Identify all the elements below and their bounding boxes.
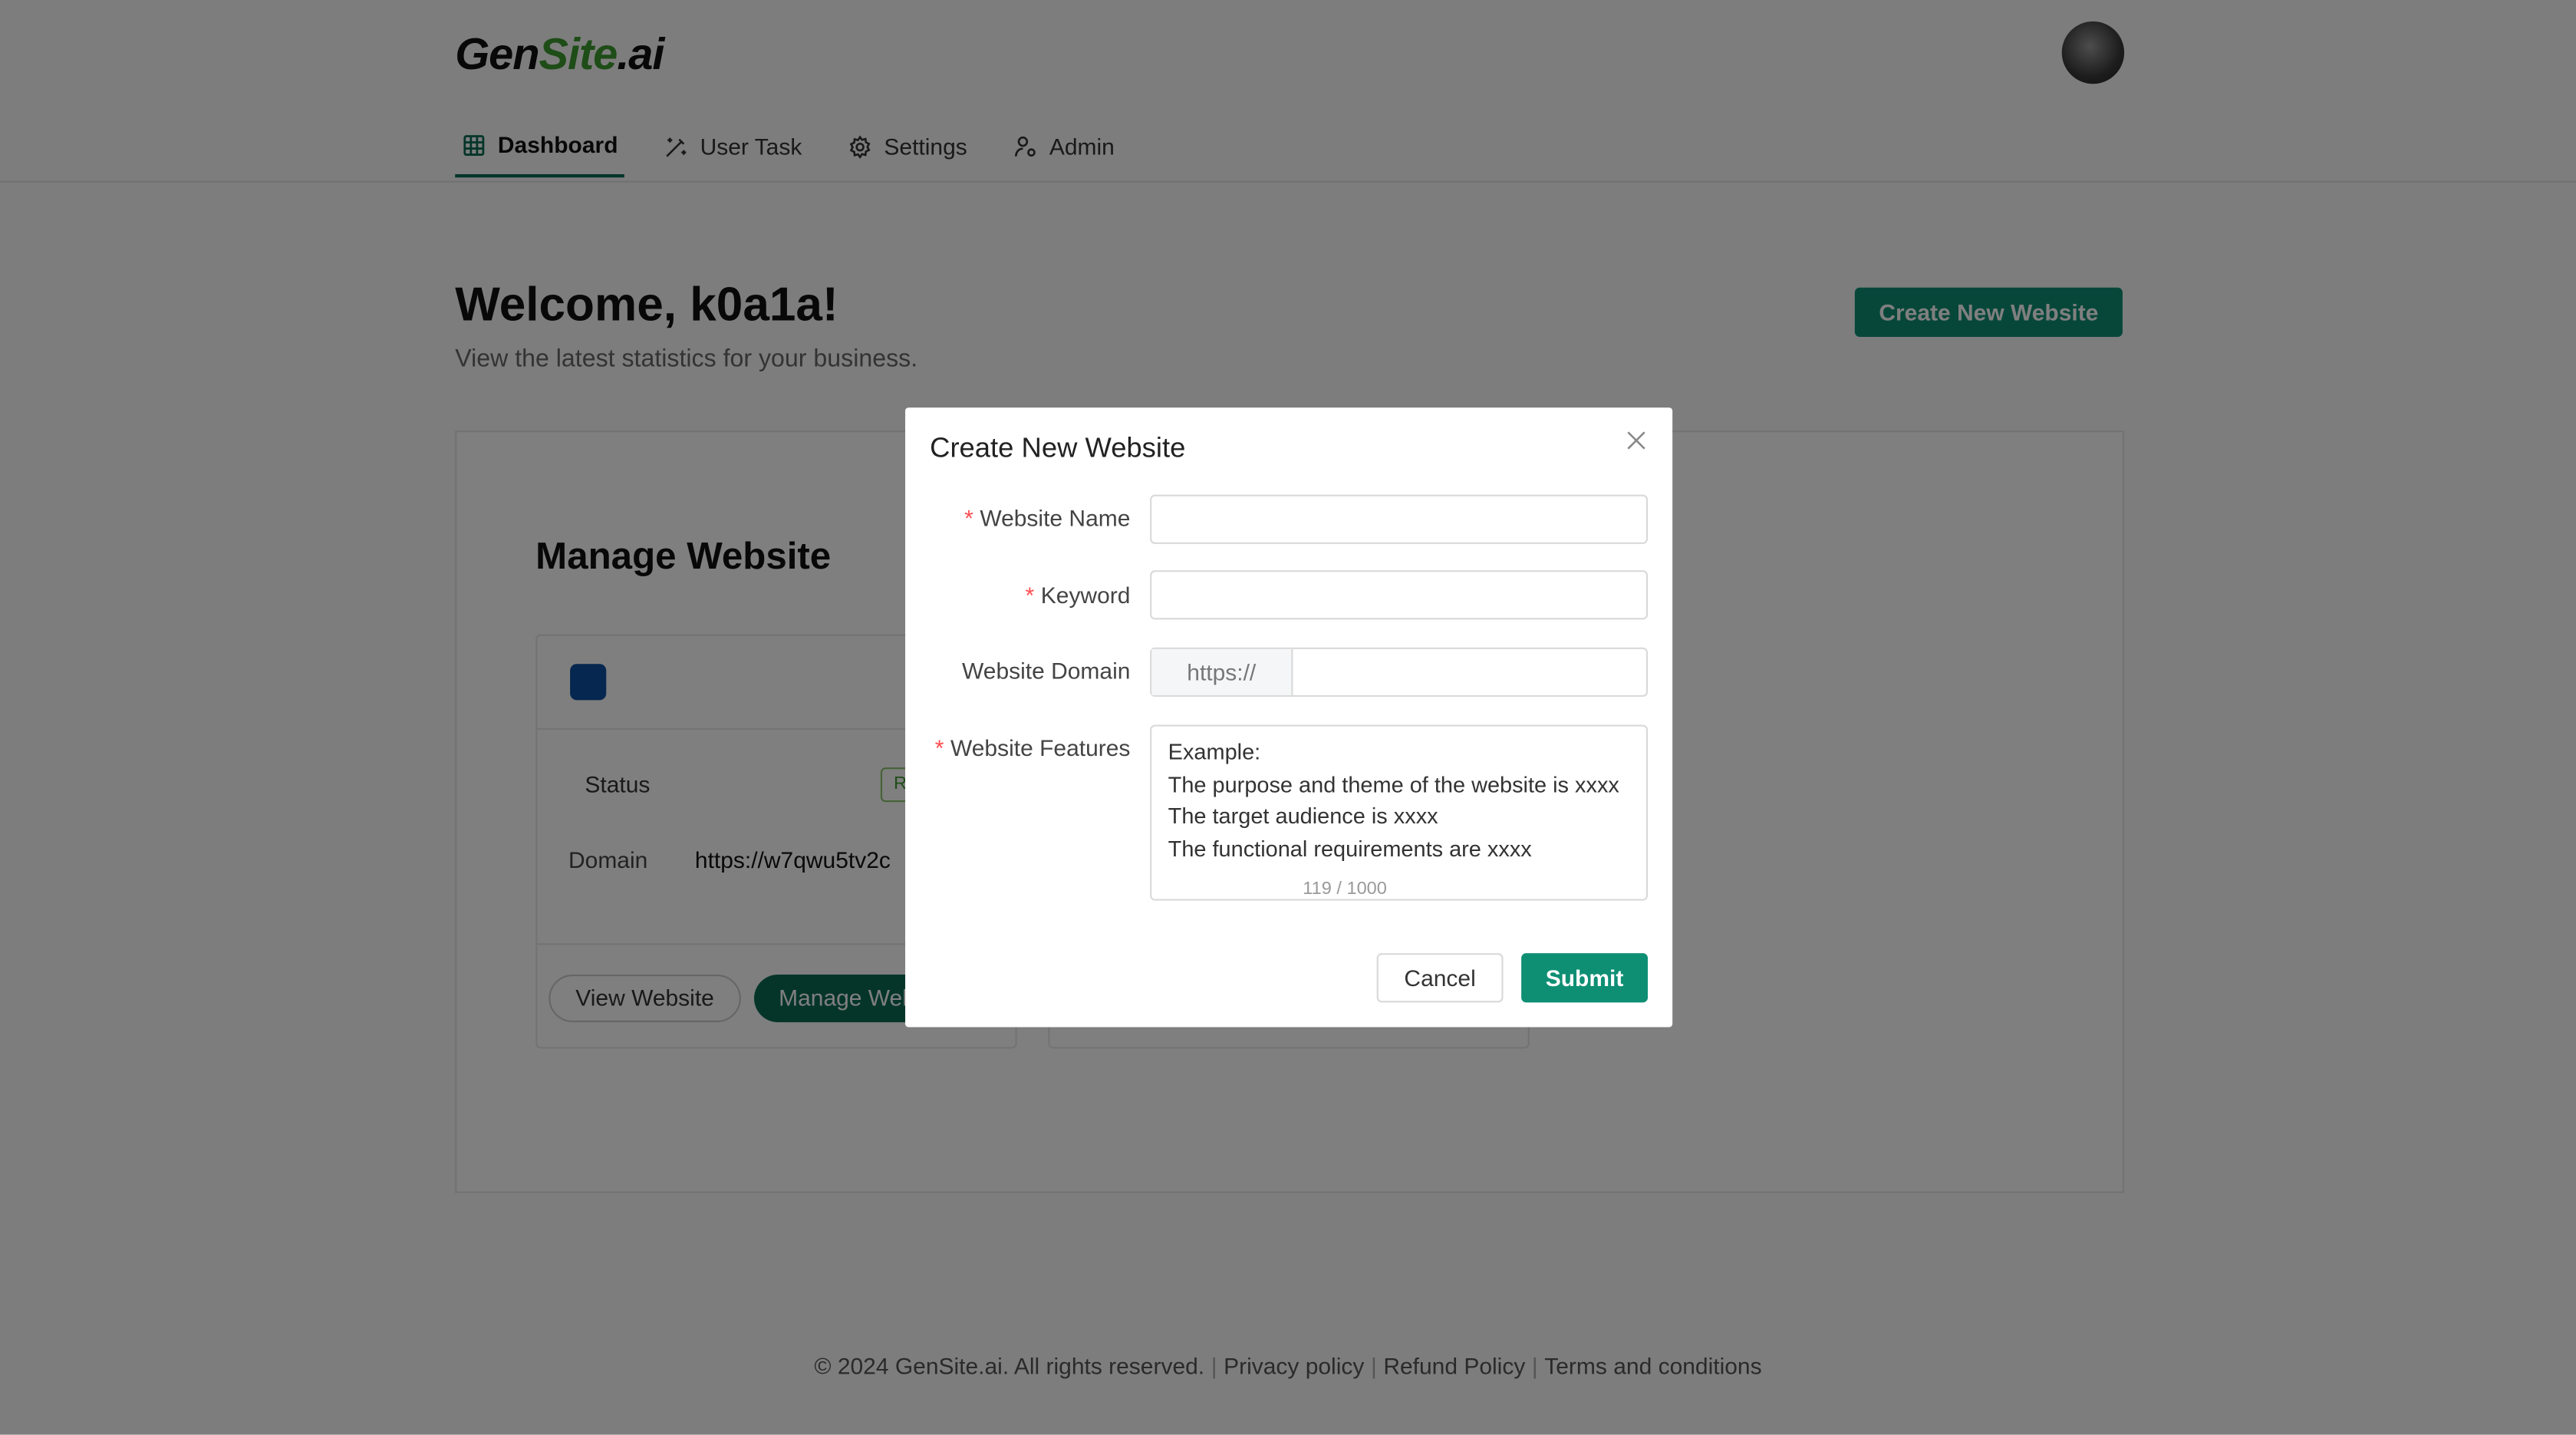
keyword-label: * Keyword xyxy=(1025,582,1131,609)
website-features-textarea[interactable]: Example: The purpose and theme of the we… xyxy=(1150,724,1649,901)
close-icon[interactable] xyxy=(1625,429,1648,452)
dialog-title: Create New Website xyxy=(930,432,1186,463)
website-domain-label: Website Domain xyxy=(962,657,1131,684)
submit-button[interactable]: Submit xyxy=(1521,953,1649,1003)
character-count: 119 / 1000 xyxy=(1303,879,1387,899)
cancel-button[interactable]: Cancel xyxy=(1376,953,1504,1003)
website-name-label: * Website Name xyxy=(964,504,1131,531)
placeholder-line: The functional requirements are xxxx xyxy=(1168,836,1532,861)
placeholder-line: The target audience is xxxx xyxy=(1168,803,1438,829)
page: GenSite.ai Dashboard User Task Settings … xyxy=(0,0,2576,1435)
placeholder-line: Example: xyxy=(1168,739,1261,764)
website-features-label: * Website Features xyxy=(934,734,1131,761)
domain-prefix: https:// xyxy=(1151,648,1293,695)
placeholder-line: The purpose and theme of the website is … xyxy=(1168,771,1619,797)
keyword-input[interactable] xyxy=(1150,570,1649,620)
website-domain-input[interactable]: https:// xyxy=(1150,647,1649,698)
create-website-dialog: Create New Website * Website Name * Keywor… xyxy=(905,407,1673,1028)
website-name-input[interactable] xyxy=(1150,494,1649,544)
